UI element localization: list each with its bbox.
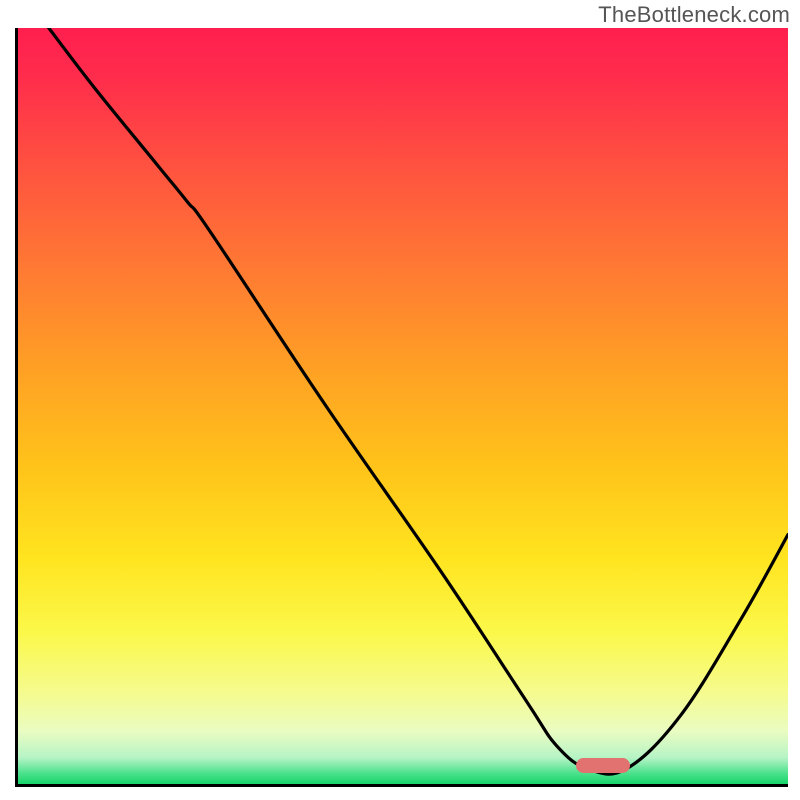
optimal-range-marker [576,758,630,773]
watermark-text: TheBottleneck.com [598,2,790,28]
plot-area [15,28,788,787]
background-gradient [18,28,788,784]
